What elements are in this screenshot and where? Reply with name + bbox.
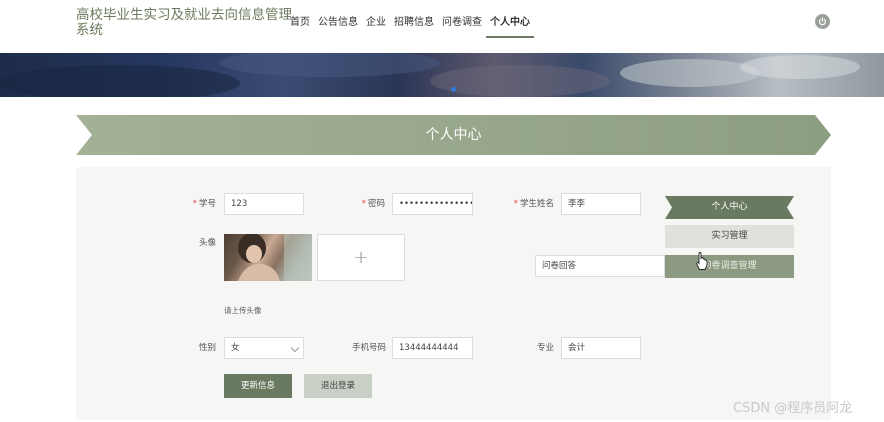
gender-label: 性别 [198,343,216,353]
nav-announcements[interactable]: 公告信息 [314,8,362,38]
avatar-image[interactable] [224,234,312,281]
avatar-label: 头像 [198,238,216,248]
page: 高校毕业生实习及就业去向信息管理系统 首页 公告信息 企业 招聘信息 问卷调查 … [0,0,884,422]
profile-form: *学号 123 *密码 •••••••••••••••••••••••• *学生… [76,167,831,420]
site-title: 高校毕业生实习及就业去向信息管理系统 [76,7,292,38]
hero-banner [0,53,884,97]
survey-answer-input[interactable]: 问卷回答 [535,255,665,277]
update-info-button[interactable]: 更新信息 [224,374,292,398]
plus-icon: + [353,247,369,268]
side-menu-personal-center[interactable]: 个人中心 [665,196,794,219]
avatar-upload-hint: 请上传头像 [224,306,262,315]
phone-input[interactable]: 13444444444 [392,337,473,359]
chevron-down-icon [290,343,300,353]
logout-button[interactable]: 退出登录 [304,374,372,398]
nav-personal-center[interactable]: 个人中心 [486,8,534,38]
nav-companies[interactable]: 企业 [362,8,390,38]
phone-label: 手机号码 [351,343,386,353]
avatar-upload-button[interactable]: + [317,234,405,281]
student-id-input[interactable]: 123 [224,193,304,215]
password-label: * 密码 [361,199,385,209]
student-name-label: * 学生姓名 [513,199,554,209]
student-id-label: * 学号 [192,199,216,209]
side-menu-internship[interactable]: 实习管理 [665,225,794,248]
section-banner: 个人中心 [76,115,831,155]
power-icon[interactable] [815,14,830,29]
nav-home[interactable]: 首页 [286,8,314,38]
gender-value: 女 [231,343,240,353]
top-nav: 首页 公告信息 企业 招聘信息 问卷调查 个人中心 [286,8,534,38]
password-input[interactable]: •••••••••••••••••••••••• [392,193,473,215]
side-menu-survey-management[interactable]: 问卷调查管理 [665,255,794,278]
student-name-input[interactable]: 李李 [561,193,641,215]
major-input[interactable]: 会计 [561,337,641,359]
nav-recruitment[interactable]: 招聘信息 [390,8,438,38]
major-label: 专业 [536,343,554,353]
watermark-text: CSDN @程序员阿龙 [733,401,853,416]
slide-indicator[interactable] [451,87,456,92]
gender-select[interactable]: 女 [224,337,304,359]
hand-cursor-icon [695,252,709,274]
nav-survey[interactable]: 问卷调查 [438,8,486,38]
section-title: 个人中心 [425,127,482,143]
